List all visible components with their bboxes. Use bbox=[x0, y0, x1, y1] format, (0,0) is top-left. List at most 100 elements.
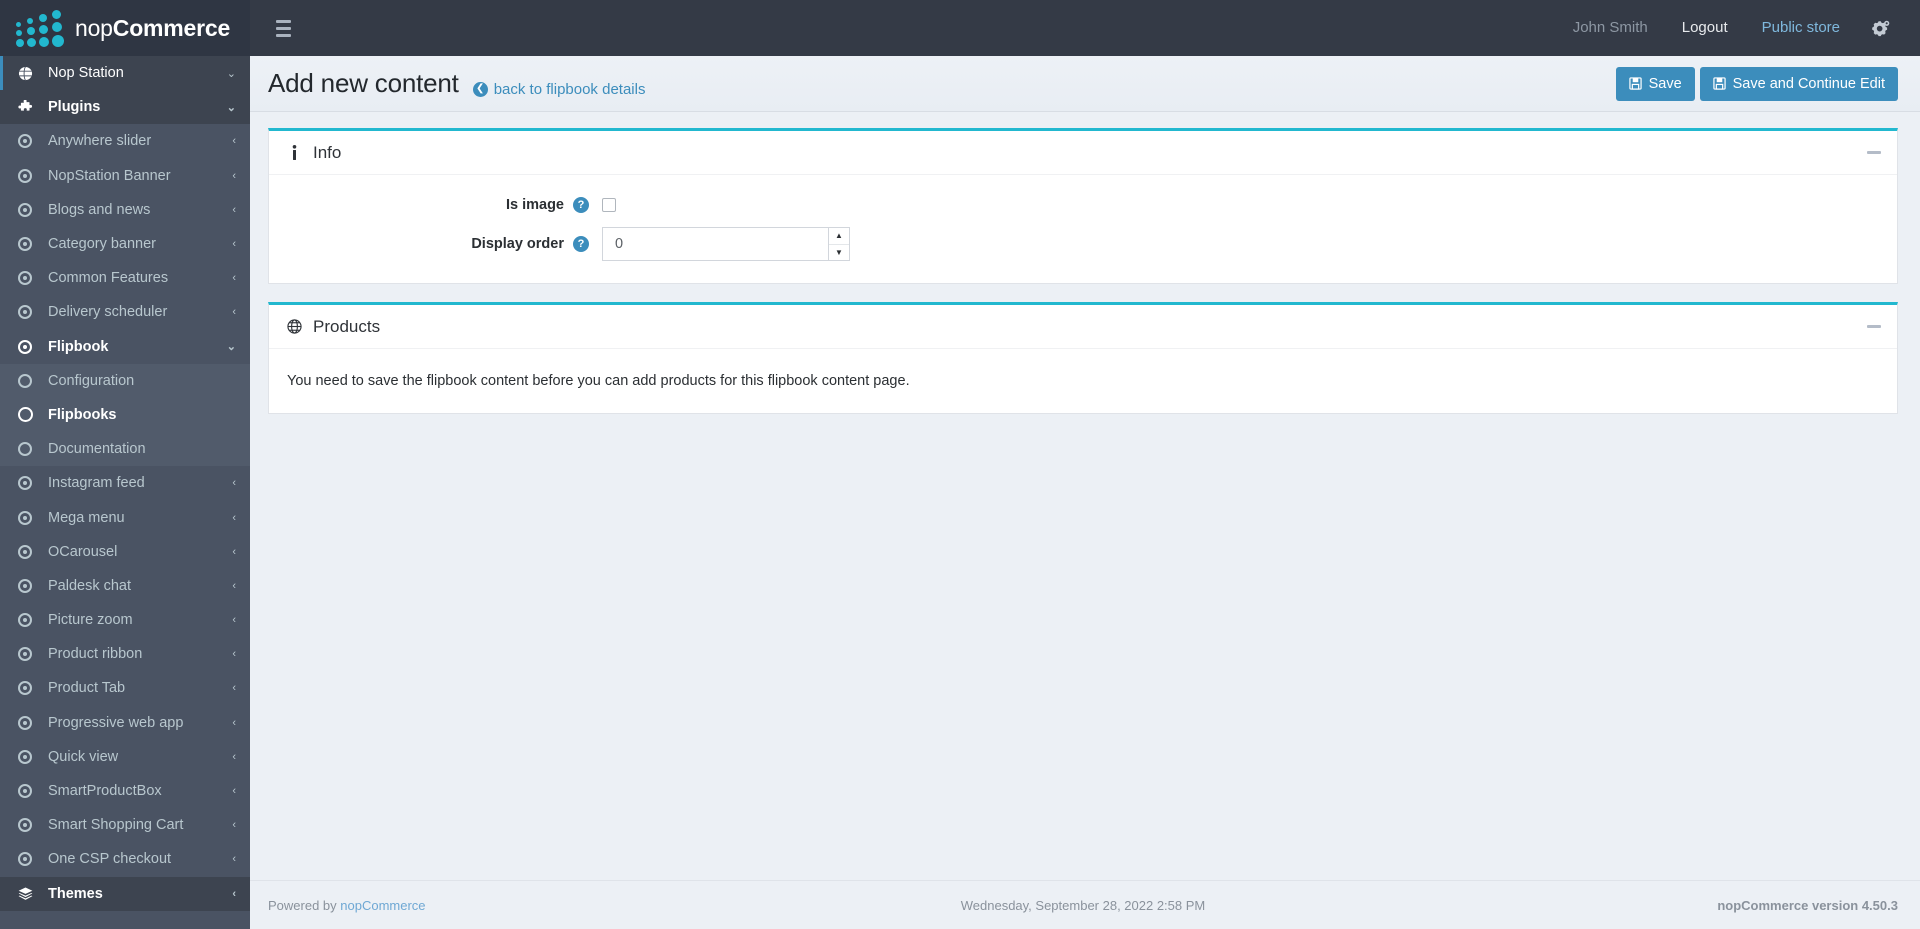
info-panel-title: Info bbox=[313, 142, 342, 162]
sidebar-item-smart-shopping-cart[interactable]: Smart Shopping Cart ‹ bbox=[0, 808, 250, 842]
sidebar-item-smartproductbox[interactable]: SmartProductBox ‹ bbox=[0, 774, 250, 808]
nopcommerce-link[interactable]: nopCommerce bbox=[340, 898, 425, 913]
sidebar: nopCommerce Nop Station ⌄ Plugins ⌄ Anywhere… bbox=[0, 0, 250, 929]
products-panel-body: You need to save the flipbook content be… bbox=[269, 349, 1897, 413]
sidebar-item-one-csp-checkout[interactable]: One CSP checkout ‹ bbox=[0, 842, 250, 876]
circle-dot-icon bbox=[18, 476, 38, 491]
save-button[interactable]: Save bbox=[1615, 66, 1695, 101]
public-store-link[interactable]: Public store bbox=[1745, 0, 1857, 56]
sidebar-item-label: Progressive web app bbox=[48, 714, 184, 731]
sidebar-item-category-banner[interactable]: Category banner ‹ bbox=[0, 227, 250, 261]
circle-dot-icon bbox=[18, 749, 38, 764]
sidebar-item-label: Instagram feed bbox=[48, 475, 145, 492]
menu-icon[interactable] bbox=[272, 16, 295, 41]
sidebar-item-label: Picture zoom bbox=[48, 612, 133, 629]
chevron-icon: ‹ bbox=[232, 169, 236, 182]
sidebar-item-flipbooks[interactable]: Flipbooks bbox=[0, 397, 250, 433]
sidebar-item-themes[interactable]: Themes ‹ bbox=[0, 876, 250, 911]
circle-open-icon bbox=[18, 373, 38, 388]
sidebar-item-configuration[interactable]: Configuration bbox=[0, 363, 250, 398]
display-order-input[interactable] bbox=[603, 228, 828, 260]
sidebar-item-common-features[interactable]: Common Features ‹ bbox=[0, 261, 250, 295]
collapse-products-panel-icon[interactable] bbox=[1867, 325, 1881, 328]
save-button-label: Save bbox=[1648, 75, 1682, 92]
sidebar-item-nopstation-banner[interactable]: NopStation Banner ‹ bbox=[0, 159, 250, 193]
sidebar-item-instagram-feed[interactable]: Instagram feed ‹ bbox=[0, 466, 250, 500]
sidebar-item-ocarousel[interactable]: OCarousel ‹ bbox=[0, 535, 250, 569]
collapse-info-panel-icon[interactable] bbox=[1867, 151, 1881, 154]
footer-powered-by: Powered by nopCommerce bbox=[268, 898, 811, 913]
chevron-icon: ‹ bbox=[232, 306, 236, 319]
sidebar-item-label: Paldesk chat bbox=[48, 577, 132, 594]
sidebar-item-label: Smart Shopping Cart bbox=[48, 817, 184, 834]
sidebar-item-blogs-and-news[interactable]: Blogs and news ‹ bbox=[0, 193, 250, 227]
sidebar-item-mega-menu[interactable]: Mega menu ‹ bbox=[0, 500, 250, 534]
brand-name-bold: Commerce bbox=[112, 14, 231, 41]
display-order-stepper[interactable]: ▲ ▼ bbox=[602, 227, 850, 261]
circle-dot-icon bbox=[18, 237, 38, 252]
globe-icon bbox=[287, 319, 302, 334]
circle-dot-icon bbox=[18, 271, 38, 286]
sidebar-item-label: Product ribbon bbox=[48, 646, 143, 663]
sidebar-item-picture-zoom[interactable]: Picture zoom ‹ bbox=[0, 603, 250, 637]
layers-icon bbox=[18, 887, 38, 900]
sidebar-item-paldesk-chat[interactable]: Paldesk chat ‹ bbox=[0, 569, 250, 603]
logout-link[interactable]: Logout bbox=[1665, 0, 1745, 56]
sidebar-item-label: Nop Station bbox=[48, 65, 124, 82]
chevron-icon: ‹ bbox=[232, 648, 236, 661]
circle-dot-icon bbox=[18, 510, 38, 525]
sidebar-item-label: OCarousel bbox=[48, 543, 118, 560]
help-icon[interactable]: ? bbox=[573, 197, 589, 213]
sidebar-item-label: Mega menu bbox=[48, 509, 125, 526]
puzzle-icon bbox=[18, 99, 38, 115]
save-icon bbox=[1712, 77, 1726, 90]
sidebar-nav[interactable]: Nop Station ⌄ Plugins ⌄ Anywhere slider ‹ NopS… bbox=[0, 56, 250, 929]
sidebar-item-quick-view[interactable]: Quick view ‹ bbox=[0, 740, 250, 774]
help-icon[interactable]: ? bbox=[573, 236, 589, 252]
chevron-icon: ‹ bbox=[232, 511, 236, 524]
chevron-icon: ‹ bbox=[232, 819, 236, 832]
is-image-checkbox[interactable] bbox=[602, 198, 616, 212]
sidebar-item-progressive-web-app[interactable]: Progressive web app ‹ bbox=[0, 706, 250, 740]
info-panel-body: Is image ? Display order ? 0 ▲ ▼ bbox=[269, 175, 1897, 283]
circle-dot-icon bbox=[18, 578, 38, 593]
brand-logo-area[interactable]: nopCommerce bbox=[0, 0, 250, 56]
sidebar-item-documentation[interactable]: Documentation bbox=[0, 432, 250, 467]
sidebar-item-plugins[interactable]: Plugins ⌄ bbox=[0, 90, 250, 125]
back-to-flipbook-details-link[interactable]: ❮ back to flipbook details bbox=[472, 80, 646, 98]
sidebar-item-delivery-scheduler[interactable]: Delivery scheduler ‹ bbox=[0, 295, 250, 329]
sidebar-item-label: Themes bbox=[48, 885, 103, 902]
sidebar-item-label: Anywhere slider bbox=[48, 133, 152, 150]
chevron-icon: ‹ bbox=[232, 272, 236, 285]
circle-dot-icon bbox=[18, 544, 38, 559]
sidebar-item-anywhere-slider[interactable]: Anywhere slider ‹ bbox=[0, 124, 250, 158]
sidebar-item-nop-station[interactable]: Nop Station ⌄ bbox=[0, 56, 250, 91]
top-nav-links: John Smith Logout Public store bbox=[1556, 0, 1898, 56]
circle-dot-icon bbox=[18, 134, 38, 149]
footer-datetime: Wednesday, September 28, 2022 2:58 PM bbox=[960, 897, 1206, 913]
save-and-continue-edit-button[interactable]: Save and Continue Edit bbox=[1699, 66, 1898, 101]
stepper-buttons: ▲ ▼ bbox=[828, 228, 849, 260]
back-arrow-icon: ❮ bbox=[472, 81, 488, 97]
circle-dot-icon bbox=[18, 784, 38, 799]
sidebar-item-product-tab[interactable]: Product Tab ‹ bbox=[0, 671, 250, 705]
products-panel-title: Products bbox=[313, 316, 381, 336]
is-image-label-group: Is image ? bbox=[287, 197, 602, 213]
gears-icon[interactable] bbox=[1857, 20, 1898, 37]
back-link-label: back to flipbook details bbox=[493, 80, 646, 98]
top-navbar: John Smith Logout Public store bbox=[250, 0, 1920, 56]
chevron-icon: ⌄ bbox=[226, 67, 236, 80]
chevron-icon: ‹ bbox=[232, 614, 236, 627]
sidebar-item-label: Flipbook bbox=[48, 338, 109, 355]
stepper-up-icon[interactable]: ▲ bbox=[829, 228, 849, 245]
circle-open-icon bbox=[18, 442, 38, 457]
chevron-icon: ‹ bbox=[232, 545, 236, 558]
sidebar-item-label: Documentation bbox=[48, 441, 146, 458]
stepper-down-icon[interactable]: ▼ bbox=[829, 244, 849, 260]
sidebar-item-product-ribbon[interactable]: Product ribbon ‹ bbox=[0, 637, 250, 671]
sidebar-item-flipbook[interactable]: Flipbook ⌄ bbox=[0, 330, 250, 364]
page-action-buttons: Save Save and Continue Edit bbox=[1615, 66, 1898, 101]
circle-dot-icon bbox=[18, 168, 38, 183]
sidebar-item-label: Delivery scheduler bbox=[48, 304, 168, 321]
sidebar-item-label: One CSP checkout bbox=[48, 851, 172, 868]
